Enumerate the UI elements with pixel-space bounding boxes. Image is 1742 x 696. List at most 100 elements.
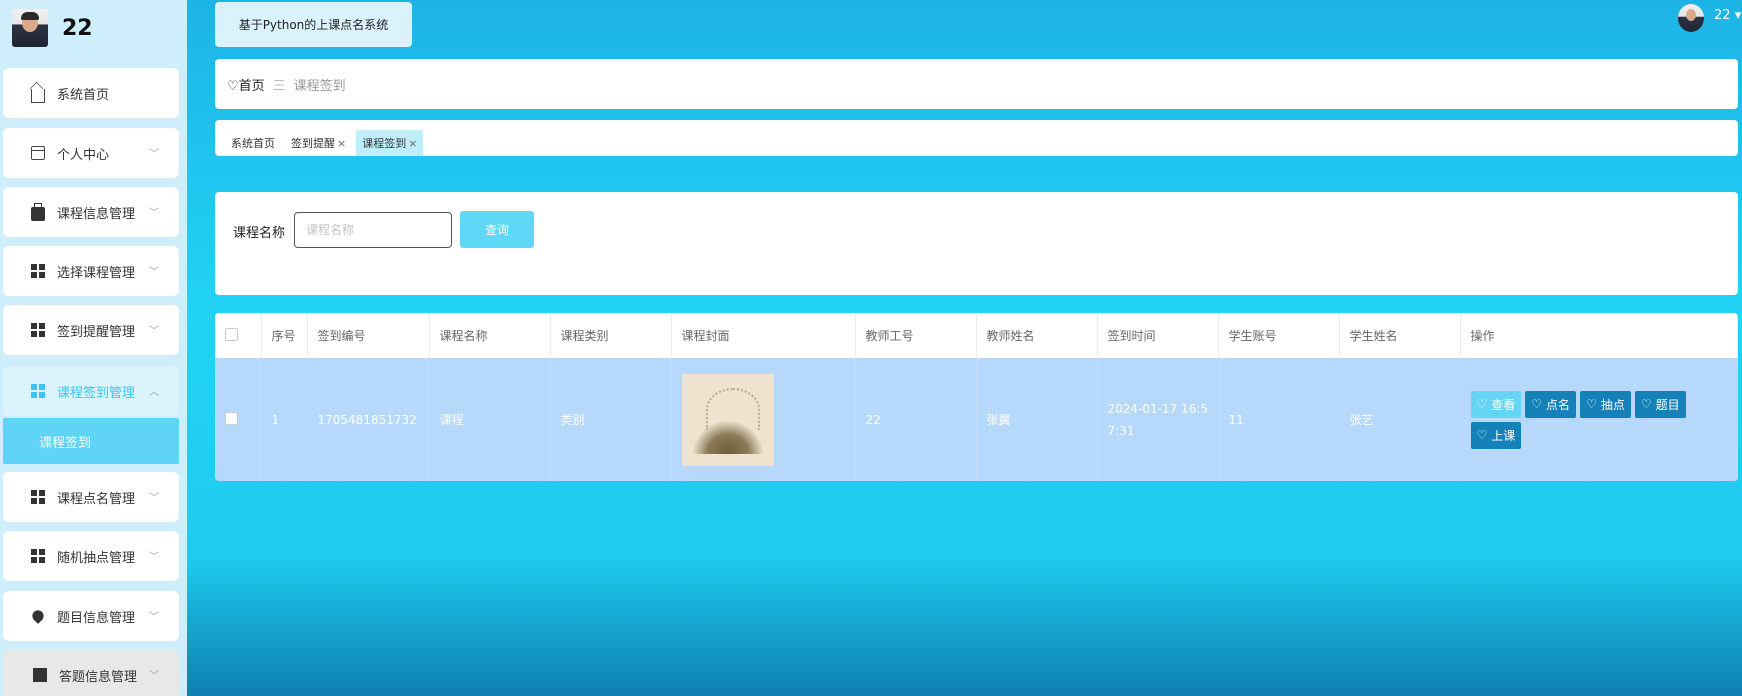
button-label: 查看 [1491, 397, 1516, 412]
tabs-bar: 系统首页 签到提醒 × 课程签到 × [215, 120, 1738, 156]
chevron-down-icon: ﹀ [149, 149, 159, 160]
system-title: 基于Python的上课点名系统 [215, 2, 412, 47]
sidebar-item-roll-call[interactable]: 课程点名管理 ﹀ [3, 472, 179, 522]
cell-course-cover [671, 358, 856, 481]
tab-home[interactable]: 系统首页 [225, 130, 281, 156]
breadcrumb-separator: 三 [272, 78, 286, 94]
tab-course-signin[interactable]: 课程签到 × [356, 130, 424, 156]
heart-icon: ♡ [1640, 397, 1652, 411]
chevron-down-icon: ﹀ [149, 612, 159, 623]
select-all-checkbox[interactable] [225, 327, 238, 341]
sidebar-item-sign-reminder[interactable]: 签到提醒管理 ﹀ [3, 305, 179, 355]
header-username-text: 22 [1714, 8, 1731, 23]
cell-course-name: 课程 [429, 358, 551, 481]
tab-sign-reminder[interactable]: 签到提醒 × [285, 130, 352, 156]
sidebar-item-label: 随机抽点管理 [57, 550, 136, 566]
button-label: 上课 [1491, 428, 1516, 443]
heart-icon: ♡ [1476, 428, 1488, 442]
sidebar-item-label: 个人中心 [57, 147, 110, 163]
tab-label: 课程签到 [362, 137, 407, 150]
table-header-row: 序号 签到编号 课程名称 课程类别 课程封面 教师工号 教师姓名 签到时间 学生… [215, 313, 1738, 358]
chevron-down-icon: ﹀ [149, 208, 159, 219]
sidebar-item-personal-center[interactable]: 个人中心 ﹀ [3, 128, 179, 178]
sidebar-item-label: 题目信息管理 [57, 610, 136, 626]
course-name-input[interactable] [294, 212, 452, 248]
search-panel: 课程名称 查询 [215, 192, 1738, 295]
column-header: 课程名称 [429, 313, 551, 358]
grid-icon [31, 490, 45, 504]
card-icon [31, 146, 45, 160]
random-pick-button[interactable]: ♡ 抽点 [1580, 390, 1631, 418]
cell-course-type: 类别 [550, 358, 672, 481]
cell-index: 1 [261, 358, 308, 481]
sidebar-item-random-pick[interactable]: 随机抽点管理 ﹀ [3, 531, 179, 581]
breadcrumb-current: 课程签到 [293, 78, 346, 94]
column-header: 签到时间 [1097, 313, 1219, 358]
column-header: 教师工号 [855, 313, 977, 358]
sidebar-username: 22 [62, 15, 93, 41]
sidebar-item-question-info[interactable]: 题目信息管理 ﹀ [3, 591, 179, 641]
column-header: 课程封面 [671, 313, 856, 358]
pin-icon [30, 608, 46, 624]
search-button[interactable]: 查询 [460, 211, 534, 248]
view-button[interactable]: ♡ 查看 [1470, 390, 1522, 418]
roll-call-button[interactable]: ♡ 点名 [1525, 390, 1577, 418]
sidebar-item-label: 答题信息管理 [59, 669, 138, 685]
grid-icon [31, 264, 45, 278]
row-checkbox[interactable] [225, 411, 238, 425]
question-button[interactable]: ♡ 题目 [1634, 390, 1686, 418]
tab-label: 签到提醒 [291, 137, 335, 150]
sidebar-item-course-selection[interactable]: 选择课程管理 ﹀ [3, 246, 179, 296]
table-row[interactable]: 1 1705481851732 课程 类别 22 张翼 2024-01-17 1… [215, 358, 1738, 481]
grid-icon [31, 549, 45, 563]
search-label: 课程名称 [233, 226, 286, 241]
sidebar-item-answer-info[interactable]: 答题信息管理 ﹀ [3, 650, 179, 696]
column-header: 课程类别 [550, 313, 672, 358]
sidebar-item-label: 选择课程管理 [57, 265, 136, 281]
grid-icon [31, 323, 45, 337]
close-icon[interactable]: × [337, 137, 346, 150]
sidebar-item-course-signin[interactable]: 课程签到管理 ︿ [3, 366, 179, 416]
sidebar-item-course-info[interactable]: 课程信息管理 ﹀ [3, 187, 179, 237]
tab-label: 系统首页 [231, 137, 275, 150]
sidebar-item-label: 课程信息管理 [57, 206, 136, 222]
column-header: 签到编号 [307, 313, 430, 358]
chevron-down-icon: ﹀ [149, 326, 159, 337]
column-header: 学生账号 [1218, 313, 1340, 358]
sidebar-item-label: 签到提醒管理 [57, 324, 136, 340]
sidebar-subitem-label: 课程签到 [39, 435, 92, 451]
button-label: 抽点 [1600, 397, 1625, 412]
start-class-button[interactable]: ♡ 上课 [1470, 421, 1522, 449]
column-header: 序号 [261, 313, 308, 358]
breadcrumb: ♡首页 三 课程签到 [215, 59, 1738, 109]
heart-icon: ♡ [1531, 397, 1543, 411]
cell-sign-time: 2024-01-17 16:57:31 [1097, 358, 1219, 481]
stand-icon [33, 668, 47, 682]
cell-student-account: 11 [1218, 358, 1340, 481]
user-avatar [12, 9, 48, 47]
close-icon[interactable]: × [408, 137, 417, 150]
header-avatar[interactable] [1678, 4, 1704, 32]
chevron-down-icon: ﹀ [149, 552, 159, 563]
briefcase-icon [31, 203, 45, 221]
cell-sign-no: 1705481851732 [307, 358, 430, 481]
data-table: 序号 签到编号 课程名称 课程类别 课程封面 教师工号 教师姓名 签到时间 学生… [215, 313, 1738, 481]
button-label: 点名 [1546, 397, 1571, 412]
sidebar-item-label: 系统首页 [57, 87, 110, 103]
column-header: 操作 [1460, 313, 1738, 358]
cell-teacher-name: 张翼 [976, 358, 1098, 481]
course-cover-image[interactable] [681, 373, 774, 466]
header-username[interactable]: 22 ▾ [1714, 8, 1741, 23]
sidebar-subitem-course-signin[interactable]: 课程签到 [3, 418, 179, 464]
sidebar-item-label: 课程签到管理 [57, 385, 136, 401]
column-header: 学生姓名 [1339, 313, 1461, 358]
chevron-down-icon: ﹀ [149, 671, 159, 682]
sidebar-item-label: 课程点名管理 [57, 491, 136, 507]
cell-student-name: 张艺 [1339, 358, 1461, 481]
sidebar-item-home[interactable]: 系统首页 [3, 68, 179, 118]
heart-icon: ♡ [1476, 397, 1488, 411]
sidebar-header: 22 [0, 0, 187, 56]
chevron-up-icon: ︿ [149, 387, 159, 398]
column-header: 教师姓名 [976, 313, 1098, 358]
breadcrumb-home[interactable]: ♡首页 [227, 75, 265, 94]
